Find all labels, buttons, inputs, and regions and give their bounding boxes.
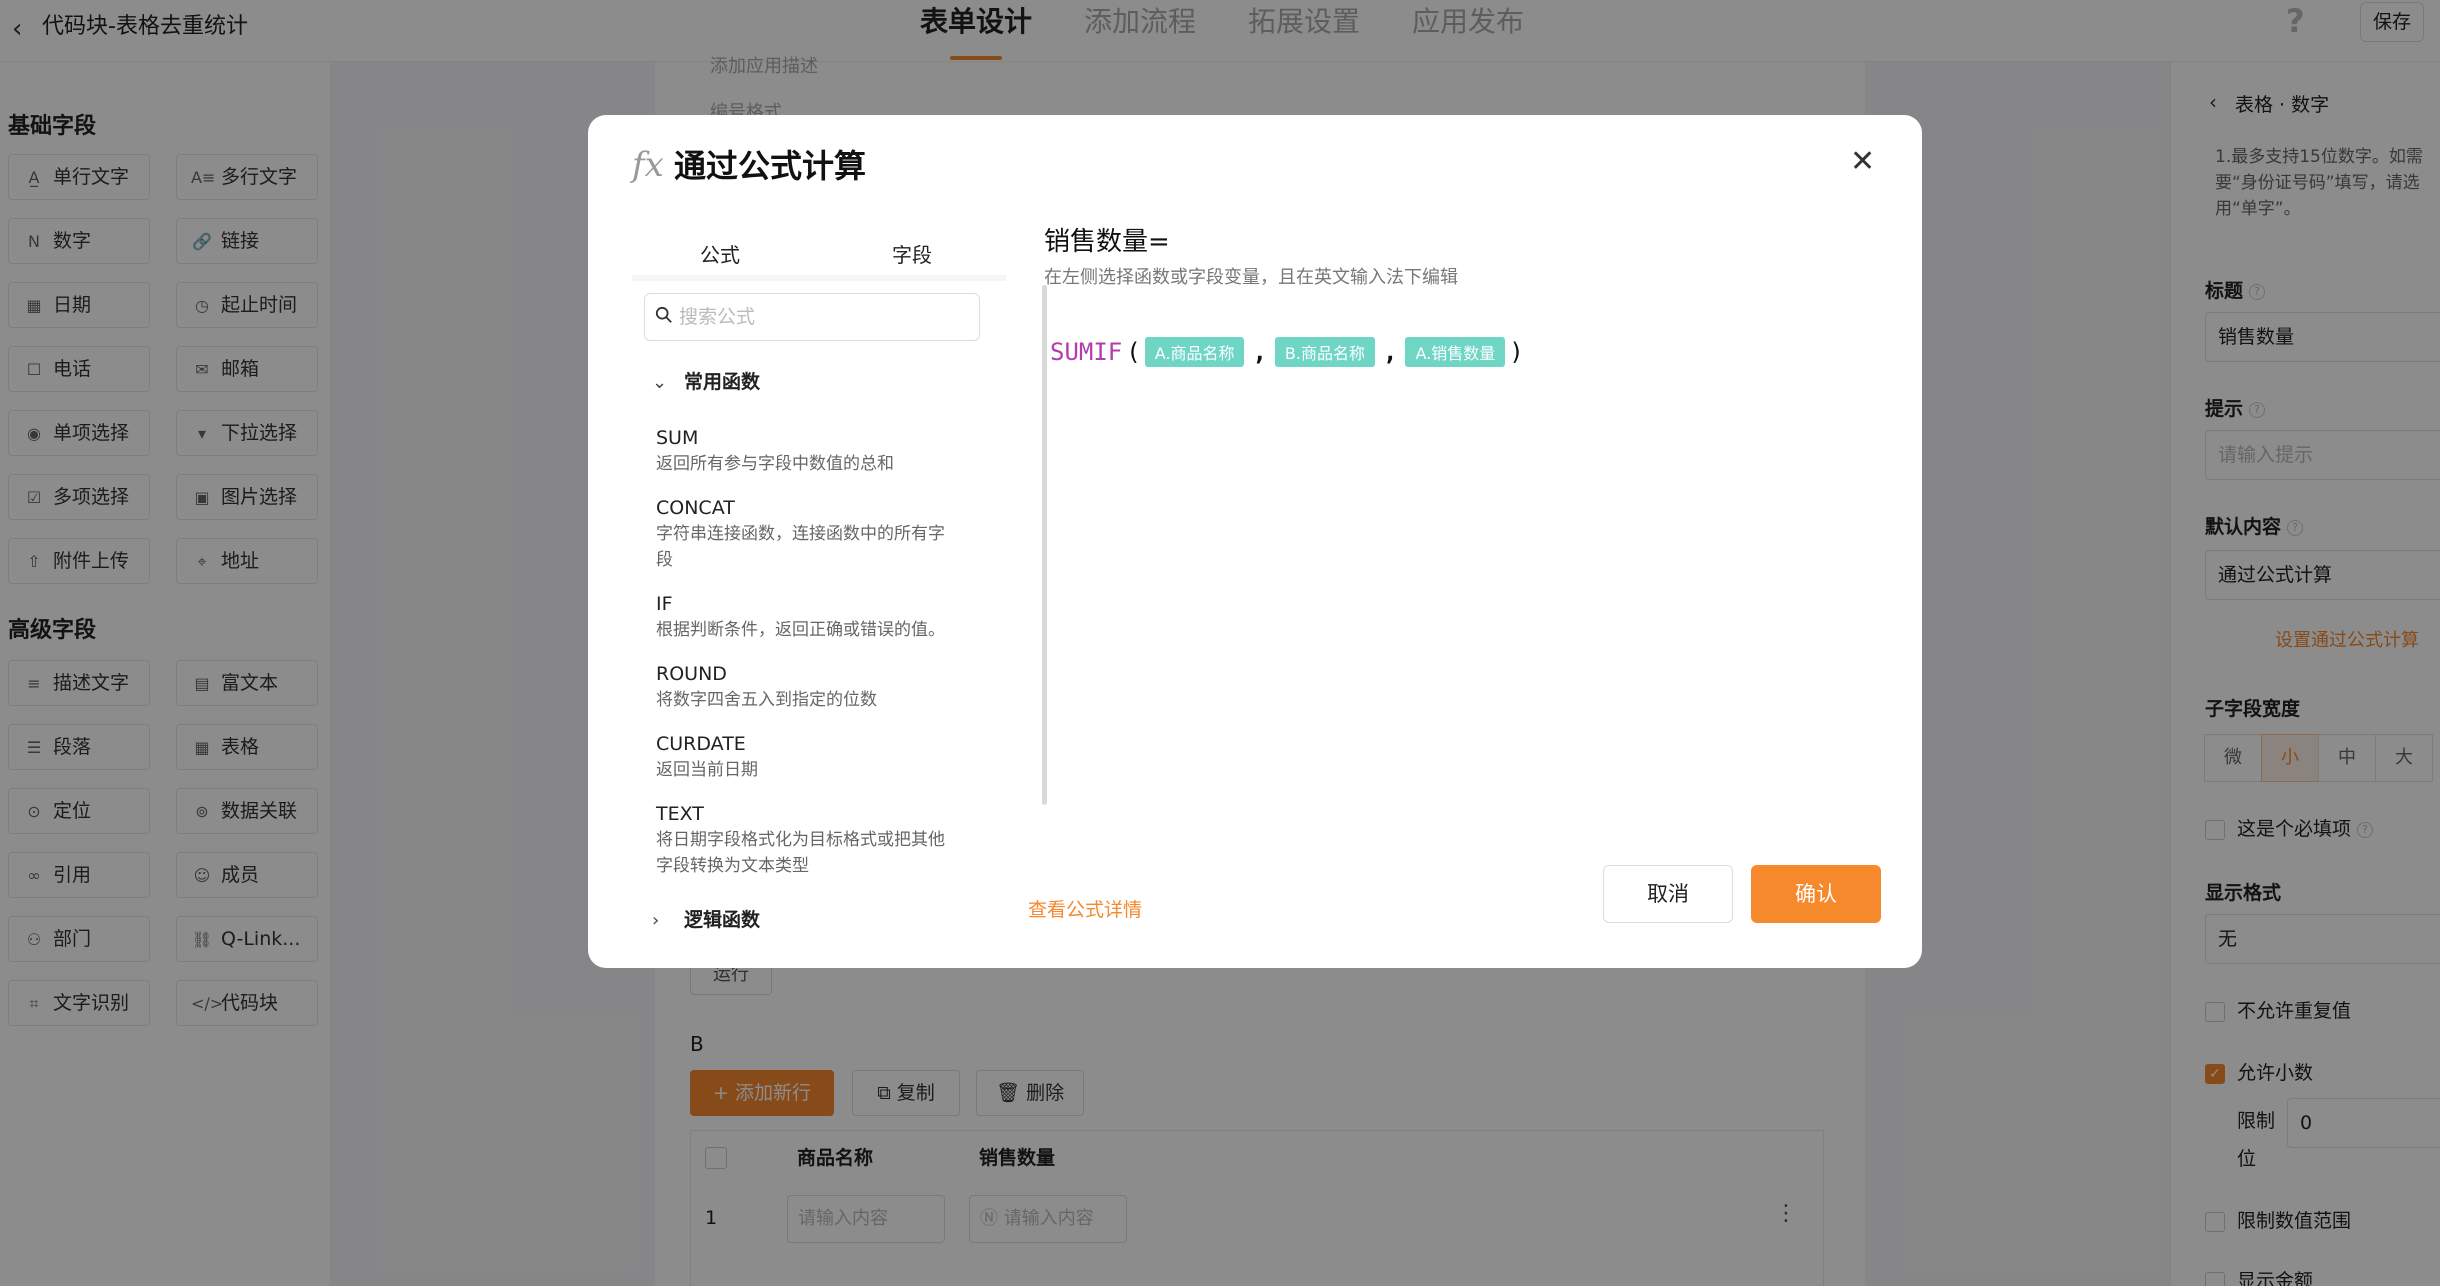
close-icon[interactable]: ✕ [1850, 147, 1875, 177]
field-chip[interactable]: B.商品名称 [1274, 337, 1375, 367]
category-logic[interactable]: › 逻辑函数 [652, 905, 760, 932]
chevron-right-icon: › [652, 910, 660, 931]
search-input[interactable] [679, 298, 969, 336]
formula-function: SUMIF [1050, 338, 1123, 366]
formula-tabs: 公式 字段 [632, 225, 1002, 282]
function-list: ⌄ 常用函数 SUM 返回所有参与字段中数值的总和 CONCAT 字符串连接函数，… [632, 275, 1047, 931]
function-if[interactable]: IF [656, 593, 673, 615]
scrollbar[interactable] [1042, 285, 1047, 805]
search-box [644, 293, 980, 341]
tab-formula[interactable]: 公式 [700, 239, 740, 282]
open-paren: ( [1126, 338, 1141, 366]
confirm-button[interactable]: 确认 [1751, 865, 1881, 923]
function-concat-desc: 字符串连接函数，连接函数中的所有字段 [656, 524, 945, 570]
function-curdate[interactable]: CURDATE [656, 733, 746, 755]
function-round[interactable]: ROUND [656, 663, 727, 685]
dialog-title: 通过公式计算 [674, 147, 867, 185]
search-icon [655, 306, 672, 323]
function-round-desc: 将数字四舍五入到指定的位数 [656, 690, 877, 710]
function-concat[interactable]: CONCAT [656, 497, 735, 519]
chevron-down-icon: ⌄ [652, 372, 668, 393]
formula-detail-link[interactable]: 查看公式详情 [1028, 895, 1142, 922]
function-curdate-desc: 返回当前日期 [656, 760, 758, 780]
field-chip[interactable]: A.销售数量 [1405, 337, 1506, 367]
tab-fields[interactable]: 字段 [892, 239, 932, 268]
formula-editor[interactable]: SUMIF ( A.商品名称 , B.商品名称 , A.销售数量 ) [1050, 337, 1528, 367]
formula-dialog: fx 通过公式计算 ✕ 公式 字段 ⌄ 常用函数 SUM 返回所有参与字段中数值的… [588, 115, 1922, 968]
category-common[interactable]: ⌄ 常用函数 [652, 367, 760, 394]
function-if-desc: 根据判断条件，返回正确或错误的值。 [656, 620, 945, 640]
cancel-button[interactable]: 取消 [1603, 865, 1733, 923]
function-text-desc: 将日期字段格式化为目标格式或把其他字段转换为文本类型 [656, 830, 945, 876]
field-chip[interactable]: A.商品名称 [1144, 337, 1245, 367]
fx-icon: fx [632, 145, 664, 185]
category-common-label: 常用函数 [684, 371, 761, 393]
comma: , [1252, 338, 1267, 366]
function-text[interactable]: TEXT [656, 803, 704, 825]
function-sum-desc: 返回所有参与字段中数值的总和 [656, 454, 894, 474]
comma: , [1383, 338, 1398, 366]
target-field-label: 销售数量= [1044, 227, 1170, 257]
close-paren: ) [1509, 338, 1524, 366]
function-sum[interactable]: SUM [656, 427, 698, 449]
editor-hint: 在左侧选择函数或字段变量，且在英文输入法下编辑 [1044, 267, 1458, 288]
category-logic-label: 逻辑函数 [684, 909, 761, 931]
